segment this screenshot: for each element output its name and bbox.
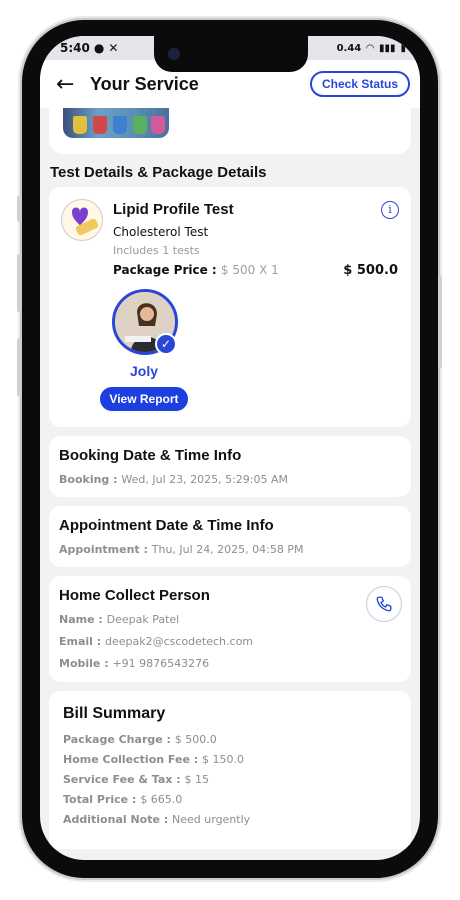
test-card: Lipid Profile Test i Cholesterol Test In… — [49, 187, 411, 427]
bill-row: Additional Note : Need urgently — [63, 813, 251, 826]
booking-title: Booking Date & Time Info — [59, 447, 242, 464]
notification-icon: ● — [93, 41, 105, 55]
booking-value: Wed, Jul 23, 2025, 5:29:05 AM — [121, 473, 289, 486]
name-value: Deepak Patel — [106, 613, 180, 626]
back-arrow-icon[interactable]: ← — [56, 72, 82, 97]
bill-title: Bill Summary — [63, 705, 166, 722]
camera-icon — [168, 48, 180, 60]
info-icon[interactable]: i — [381, 201, 399, 219]
booking-label: Booking : — [59, 473, 118, 486]
name-label: Name : — [59, 613, 103, 626]
bill-row: Service Fee & Tax : $ 15 — [63, 773, 209, 786]
mobile-value: +91 9876543276 — [112, 657, 210, 670]
verified-check-icon: ✓ — [155, 333, 177, 355]
status-time: 5:40 — [60, 41, 90, 55]
section-title: Test Details & Package Details — [50, 164, 267, 181]
appointment-value: Thu, Jul 24, 2025, 04:58 PM — [151, 543, 304, 556]
bill-summary-card: Bill Summary Package Charge : $ 500.0 Ho… — [49, 691, 411, 849]
collector-name: Joly — [129, 363, 158, 379]
bill-row: Package Charge : $ 500.0 — [63, 733, 217, 746]
phone-side-button — [17, 196, 21, 222]
mobile-label: Mobile : — [59, 657, 109, 670]
email-value: deepak2@cscodetech.com — [105, 635, 254, 648]
appointment-label: Appointment : — [59, 543, 148, 556]
appointment-row: Appointment : Thu, Jul 24, 2025, 04:58 P… — [59, 543, 401, 556]
view-report-button[interactable]: View Report — [100, 387, 188, 411]
check-status-button[interactable]: Check Status — [309, 71, 410, 97]
phone-volume-down — [17, 338, 21, 396]
home-collect-card: Home Collect Person Name : Deepak Patel … — [49, 576, 411, 682]
booking-card: Booking Date & Time Info Booking : Wed, … — [49, 436, 411, 497]
email-label: Email : — [59, 635, 102, 648]
test-subtitle: Cholesterol Test — [113, 225, 209, 239]
lab-flasks-image — [63, 108, 169, 138]
package-price-line: Package Price : $ 500 X 1 — [113, 263, 279, 277]
package-price-label: Package Price : — [113, 263, 217, 277]
x-app-icon: ✕ — [108, 41, 119, 55]
home-collect-email-row: Email : deepak2@cscodetech.com — [59, 635, 401, 648]
package-total: $ 500.0 — [343, 263, 398, 278]
package-price-calc: $ 500 X 1 — [220, 263, 279, 277]
test-name: Lipid Profile Test — [113, 201, 234, 218]
appointment-title: Appointment Date & Time Info — [59, 517, 274, 534]
booking-row: Booking : Wed, Jul 23, 2025, 5:29:05 AM — [59, 473, 401, 486]
bill-row: Total Price : $ 665.0 — [63, 793, 183, 806]
bill-row: Home Collection Fee : $ 150.0 — [63, 753, 244, 766]
screen: 5:40 ● ✕ 0.44 ◠ ▮▮▮ ▮ ← Your Service Che… — [40, 36, 420, 860]
service-image-card — [49, 108, 411, 154]
test-icon — [61, 199, 103, 241]
test-includes: Includes 1 tests — [113, 244, 200, 257]
scroll-content[interactable]: Test Details & Package Details Lipid Pro… — [40, 108, 420, 849]
phone-volume-up — [17, 254, 21, 312]
home-collect-mobile-row: Mobile : +91 9876543276 — [59, 657, 401, 670]
appointment-card: Appointment Date & Time Info Appointment… — [49, 506, 411, 567]
home-collect-name-row: Name : Deepak Patel — [59, 613, 401, 626]
wifi-icon: ◠ — [366, 42, 374, 54]
phone-icon — [376, 596, 392, 612]
home-collect-title: Home Collect Person — [59, 587, 210, 604]
network-speed: 0.44 — [336, 42, 362, 54]
call-button[interactable] — [366, 586, 402, 622]
signal-icon: ▮▮▮ — [378, 42, 396, 54]
phone-power-button — [438, 276, 442, 368]
page-title: Your Service — [90, 73, 199, 94]
